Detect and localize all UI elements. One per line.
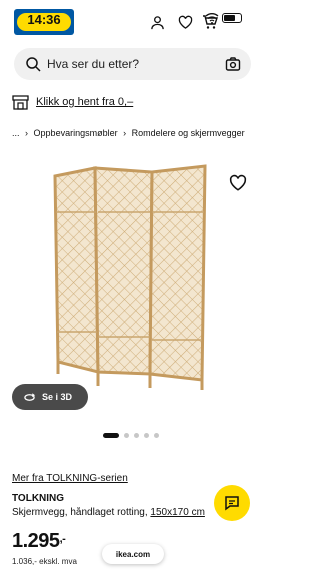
status-time: 14:36 xyxy=(27,12,61,27)
camera-icon[interactable] xyxy=(225,56,241,72)
battery-icon xyxy=(222,13,242,23)
price-suffix: ,- xyxy=(59,533,66,545)
price-main: 1.295 xyxy=(12,530,60,552)
click-collect-label: Klikk og hent fra 0,– xyxy=(36,96,134,108)
chat-icon xyxy=(225,496,239,511)
heart-icon[interactable] xyxy=(175,12,195,32)
carousel-dot[interactable] xyxy=(124,432,129,438)
product-price: 1.295,- xyxy=(12,530,66,553)
breadcrumb-item[interactable]: Romdelere og skjermvegger xyxy=(132,128,245,138)
browser-url-bar[interactable]: ikea.com xyxy=(102,544,164,564)
product-description: Skjermvegg, håndlaget rotting, 150x170 c… xyxy=(12,507,242,518)
product-image[interactable] xyxy=(0,152,265,422)
wifi-icon xyxy=(205,13,219,24)
search-bar[interactable]: Hva ser du etter? xyxy=(14,48,251,80)
store-icon xyxy=(12,94,29,110)
user-icon[interactable] xyxy=(147,12,167,32)
carousel-indicator xyxy=(103,432,159,438)
breadcrumb: ... › Oppbevaringsmøbler › Romdelere og … xyxy=(12,128,245,138)
chat-button[interactable] xyxy=(214,485,250,521)
chevron-right-icon: › xyxy=(123,128,127,138)
rotate-3d-icon xyxy=(24,392,35,401)
carousel-dot-active[interactable] xyxy=(103,432,119,438)
carousel-dot[interactable] xyxy=(154,432,159,438)
favorite-icon[interactable] xyxy=(229,174,247,192)
product-dimensions-link[interactable]: 150x170 cm xyxy=(150,507,204,518)
view-3d-button[interactable]: Se i 3D xyxy=(12,384,88,410)
carousel-dot[interactable] xyxy=(134,432,139,438)
breadcrumb-ellipsis[interactable]: ... xyxy=(12,128,20,138)
click-collect-link[interactable]: Klikk og hent fra 0,– xyxy=(12,93,133,111)
app-header: 14:36 xyxy=(0,0,265,44)
search-placeholder: Hva ser du etter? xyxy=(47,57,140,71)
breadcrumb-item[interactable]: Oppbevaringsmøbler xyxy=(34,128,118,138)
view-3d-label: Se i 3D xyxy=(42,392,73,402)
price-ex-vat: 1.036,- ekskl. mva xyxy=(12,557,77,566)
series-link[interactable]: Mer fra TOLKNING-serien xyxy=(12,473,128,484)
search-icon xyxy=(26,57,41,72)
status-icons xyxy=(205,10,257,26)
product-name: TOLKNING xyxy=(12,493,65,504)
chevron-right-icon: › xyxy=(25,128,29,138)
product-description-text: Skjermvegg, håndlaget rotting, xyxy=(12,507,151,518)
carousel-dot[interactable] xyxy=(144,432,149,438)
